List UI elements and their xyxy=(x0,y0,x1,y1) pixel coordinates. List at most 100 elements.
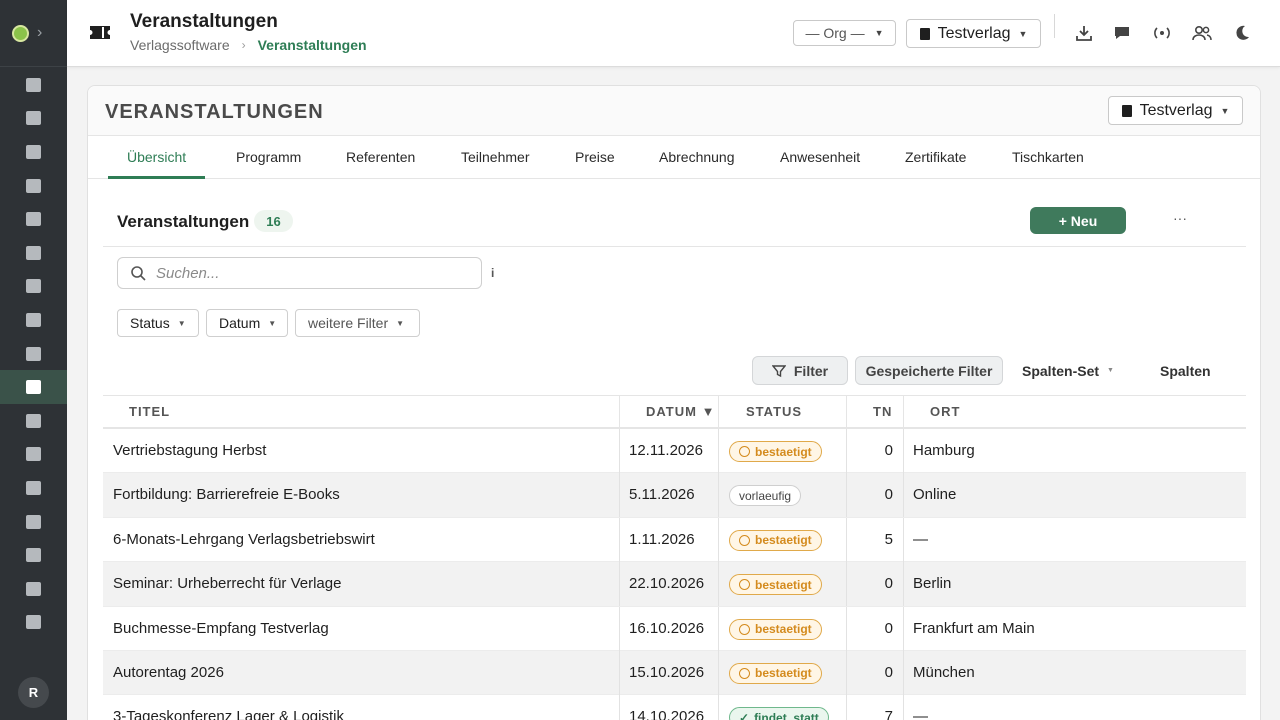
cell-divider xyxy=(846,606,847,651)
users-icon[interactable] xyxy=(1191,22,1213,44)
cell-divider xyxy=(903,473,904,518)
more-filters-label: weitere Filter xyxy=(308,315,389,331)
tab-referenten[interactable]: Referenten xyxy=(346,136,415,179)
column-set-button[interactable]: Spalten-Set ▼ xyxy=(1022,356,1114,385)
chevron-right-icon[interactable]: › xyxy=(37,24,42,42)
clock-icon xyxy=(739,667,750,679)
breadcrumb-item-root[interactable]: Verlagssoftware xyxy=(130,37,230,53)
cell-titel[interactable]: 3-Tageskonferenz Lager & Logistik xyxy=(113,695,344,720)
dark-mode-icon[interactable] xyxy=(1231,22,1253,44)
breadcrumb-item-current[interactable]: Veranstaltungen xyxy=(258,37,367,53)
table-row[interactable]: Seminar: Urheberrecht für Verlage 22.10.2… xyxy=(103,562,1246,607)
column-header-datum[interactable]: DATUM ▼ xyxy=(646,396,715,428)
sidebar-item-transfer[interactable] xyxy=(0,505,67,539)
column-divider xyxy=(619,396,620,428)
app-logo[interactable] xyxy=(12,24,29,42)
column-header-titel[interactable]: TITEL xyxy=(129,396,170,428)
tab-abrechnung[interactable]: Abrechnung xyxy=(659,136,735,179)
cell-titel[interactable]: 6-Monats-Lehrgang Verlagsbetriebswirt xyxy=(113,518,375,562)
chart-icon xyxy=(26,548,41,563)
sidebar-item-music[interactable] xyxy=(0,404,67,438)
cell-ort: — xyxy=(913,530,928,548)
download-icon[interactable] xyxy=(1073,22,1095,44)
tab-tischkarten[interactable]: Tischkarten xyxy=(1012,136,1084,179)
status-label: bestaetigt xyxy=(755,622,812,637)
more-options-button[interactable]: ··· xyxy=(1173,210,1187,226)
cell-titel[interactable]: Buchmesse-Empfang Testverlag xyxy=(113,607,329,651)
table-row[interactable]: Buchmesse-Empfang Testverlag 16.10.2026 be… xyxy=(103,606,1246,651)
breadcrumb: Verlagssoftware › Veranstaltungen xyxy=(130,37,367,53)
sidebar-item-image[interactable] xyxy=(0,68,67,102)
table-row[interactable]: 3-Tageskonferenz Lager & Logistik 14.10.2… xyxy=(103,695,1246,720)
file-icon xyxy=(26,447,41,462)
sidebar-item-megaphone[interactable] xyxy=(0,337,67,371)
cell-divider xyxy=(846,695,847,720)
sidebar-item-shield[interactable] xyxy=(0,606,67,640)
column-header-ort[interactable]: ORT xyxy=(930,396,960,428)
verlag-select[interactable]: Testverlag ▼ xyxy=(906,19,1041,48)
search-input[interactable] xyxy=(156,264,456,282)
tab-anwesenheit[interactable]: Anwesenheit xyxy=(780,136,860,179)
column-header-status[interactable]: STATUS xyxy=(746,396,802,428)
sidebar-item-report[interactable] xyxy=(0,572,67,606)
saved-filters-button[interactable]: Gespeicherte Filter xyxy=(855,356,1003,385)
cell-datum: 15.10.2026 xyxy=(629,663,705,681)
sidebar-item-case[interactable] xyxy=(0,303,67,337)
sidebar-item-file[interactable] xyxy=(0,438,67,472)
card-title: VERANSTALTUNGEN xyxy=(105,101,324,123)
tab-uebersicht[interactable]: Übersicht xyxy=(108,136,206,179)
sidebar-item-feather[interactable] xyxy=(0,202,67,236)
card-verlag-select[interactable]: Testverlag ▼ xyxy=(1108,96,1243,125)
table-row[interactable]: Vertriebstagung Herbst 12.11.2026 bestaeti… xyxy=(103,429,1246,474)
cell-titel[interactable]: Vertriebstagung Herbst xyxy=(113,429,266,473)
cell-titel[interactable]: Autorentag 2026 xyxy=(113,651,224,695)
columns-button[interactable]: Spalten xyxy=(1160,356,1211,385)
cell-titel[interactable]: Seminar: Urheberrecht für Verlage xyxy=(113,562,341,606)
broadcast-icon[interactable] xyxy=(1151,22,1173,44)
clock-icon xyxy=(739,579,750,591)
new-event-button[interactable]: + Neu xyxy=(1030,207,1126,234)
sidebar-item-wallet[interactable] xyxy=(0,236,67,270)
org-select[interactable]: — Org — ▼ xyxy=(793,20,896,46)
megaphone-icon xyxy=(26,346,41,361)
table-row[interactable]: Fortbildung: Barrierefreie E-Books 5.11.2… xyxy=(103,473,1246,518)
column-header-tn[interactable]: TN xyxy=(873,396,892,428)
sidebar-item-sync[interactable] xyxy=(0,270,67,304)
sidebar-item-document-stack[interactable] xyxy=(0,169,67,203)
table-header: TITEL DATUM ▼ STATUS TN ORT xyxy=(103,395,1246,429)
cell-divider xyxy=(846,429,847,473)
cell-divider xyxy=(619,429,620,473)
more-filters[interactable]: weitere Filter ▼ xyxy=(295,309,420,337)
cell-divider xyxy=(718,517,719,562)
status-badge: vorlaeufig xyxy=(729,485,802,507)
chat-icon[interactable] xyxy=(1111,22,1133,44)
tab-teilnehmer[interactable]: Teilnehmer xyxy=(461,136,529,179)
status-filter[interactable]: Status ▼ xyxy=(117,309,199,337)
table-row[interactable]: Autorentag 2026 15.10.2026 bestaetigt 0 Münc… xyxy=(103,650,1246,696)
cell-ort: — xyxy=(913,708,928,720)
cell-divider xyxy=(718,695,719,720)
document-stack-icon xyxy=(26,178,41,193)
sidebar-item-id-card[interactable] xyxy=(0,135,67,169)
tab-preise[interactable]: Preise xyxy=(575,136,615,179)
sidebar-header: › xyxy=(0,0,67,67)
sidebar-item-chart[interactable] xyxy=(0,538,67,572)
sidebar-item-briefcase[interactable] xyxy=(0,102,67,136)
column-divider xyxy=(903,396,904,428)
caret-down-icon: ▼ xyxy=(396,318,405,328)
cell-titel[interactable]: Fortbildung: Barrierefreie E-Books xyxy=(113,473,340,517)
avatar[interactable]: R xyxy=(18,677,49,708)
info-icon[interactable]: i xyxy=(491,266,494,280)
tab-programm[interactable]: Programm xyxy=(236,136,301,179)
sidebar-item-ticket[interactable] xyxy=(0,370,67,404)
header-divider xyxy=(1054,14,1055,38)
briefcase-icon xyxy=(26,111,41,126)
cell-divider xyxy=(846,473,847,518)
sidebar-item-truck[interactable] xyxy=(0,471,67,505)
date-filter[interactable]: Datum ▼ xyxy=(206,309,288,337)
filter-button[interactable]: Filter xyxy=(752,356,848,385)
table-row[interactable]: 6-Monats-Lehrgang Verlagsbetriebswirt 1.1… xyxy=(103,517,1246,563)
status-label: bestaetigt xyxy=(755,533,812,548)
caret-down-icon: ▼ xyxy=(1018,28,1028,39)
tab-zertifikate[interactable]: Zertifikate xyxy=(905,136,966,179)
